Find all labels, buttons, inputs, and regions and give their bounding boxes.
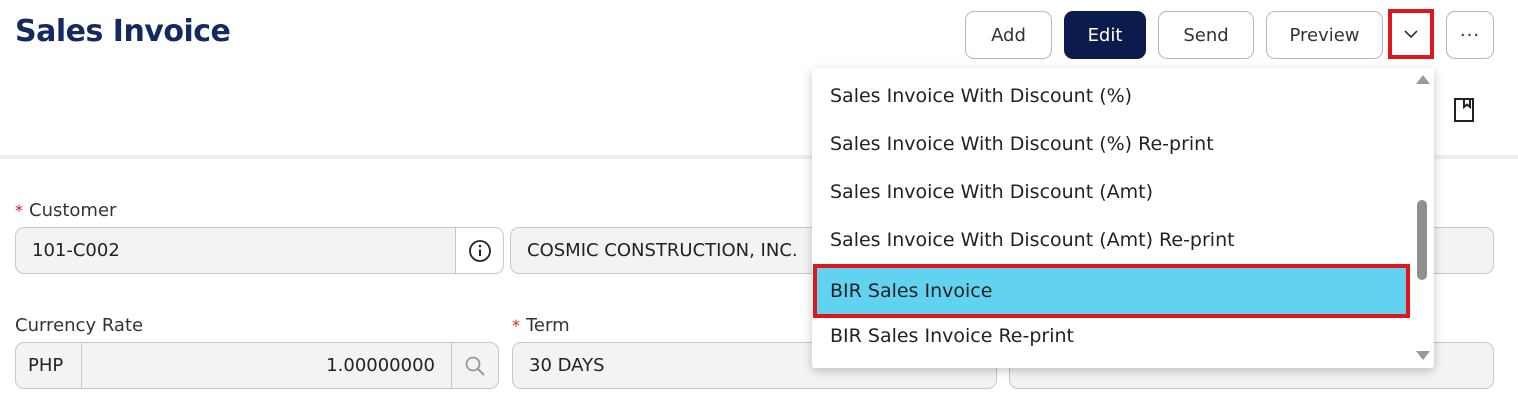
customer-info-button[interactable] (455, 227, 504, 274)
menu-item-discount-percent-reprint[interactable]: Sales Invoice With Discount (%) Re-print (812, 120, 1412, 168)
customer-label: * Customer (15, 200, 117, 221)
send-button[interactable]: Send (1158, 11, 1254, 59)
bookmark-icon[interactable] (1453, 97, 1475, 123)
search-icon (465, 356, 485, 376)
term-label: * Term (512, 315, 570, 336)
chevron-down-icon (1404, 29, 1418, 38)
scroll-up-icon[interactable] (1416, 75, 1430, 84)
menu-item-bir-sales-invoice-reprint[interactable]: BIR Sales Invoice Re-print (812, 312, 1412, 360)
customer-name-field: COSMIC CONSTRUCTION, INC. (510, 227, 830, 274)
menu-item-discount-amt[interactable]: Sales Invoice With Discount (Amt) (812, 168, 1412, 216)
currency-rate-field[interactable]: 1.00000000 (81, 342, 452, 389)
required-marker: * (15, 201, 23, 220)
scrollbar-thumb[interactable] (1417, 200, 1427, 280)
info-icon (468, 239, 491, 262)
currency-code-field: PHP (15, 342, 82, 389)
currency-rate-label: Currency Rate (15, 315, 144, 336)
edit-button[interactable]: Edit (1064, 11, 1146, 59)
menu-item-discount-amt-reprint[interactable]: Sales Invoice With Discount (Amt) Re-pri… (812, 216, 1412, 264)
preview-dropdown-toggle[interactable] (1388, 9, 1434, 59)
scroll-down-icon[interactable] (1416, 351, 1430, 360)
currency-search-button[interactable] (451, 342, 499, 389)
more-button[interactable]: ··· (1446, 11, 1494, 59)
menu-item-discount-percent[interactable]: Sales Invoice With Discount (%) (812, 72, 1412, 120)
preview-dropdown-menu: Sales Invoice With Discount (%) Sales In… (812, 68, 1434, 368)
required-marker: * (512, 316, 520, 335)
menu-item-bir-sales-invoice[interactable]: BIR Sales Invoice (813, 264, 1410, 318)
add-button[interactable]: Add (965, 11, 1052, 59)
preview-button[interactable]: Preview (1266, 11, 1383, 59)
customer-code-field[interactable]: 101-C002 (15, 227, 456, 274)
page-title: Sales Invoice (15, 14, 231, 49)
